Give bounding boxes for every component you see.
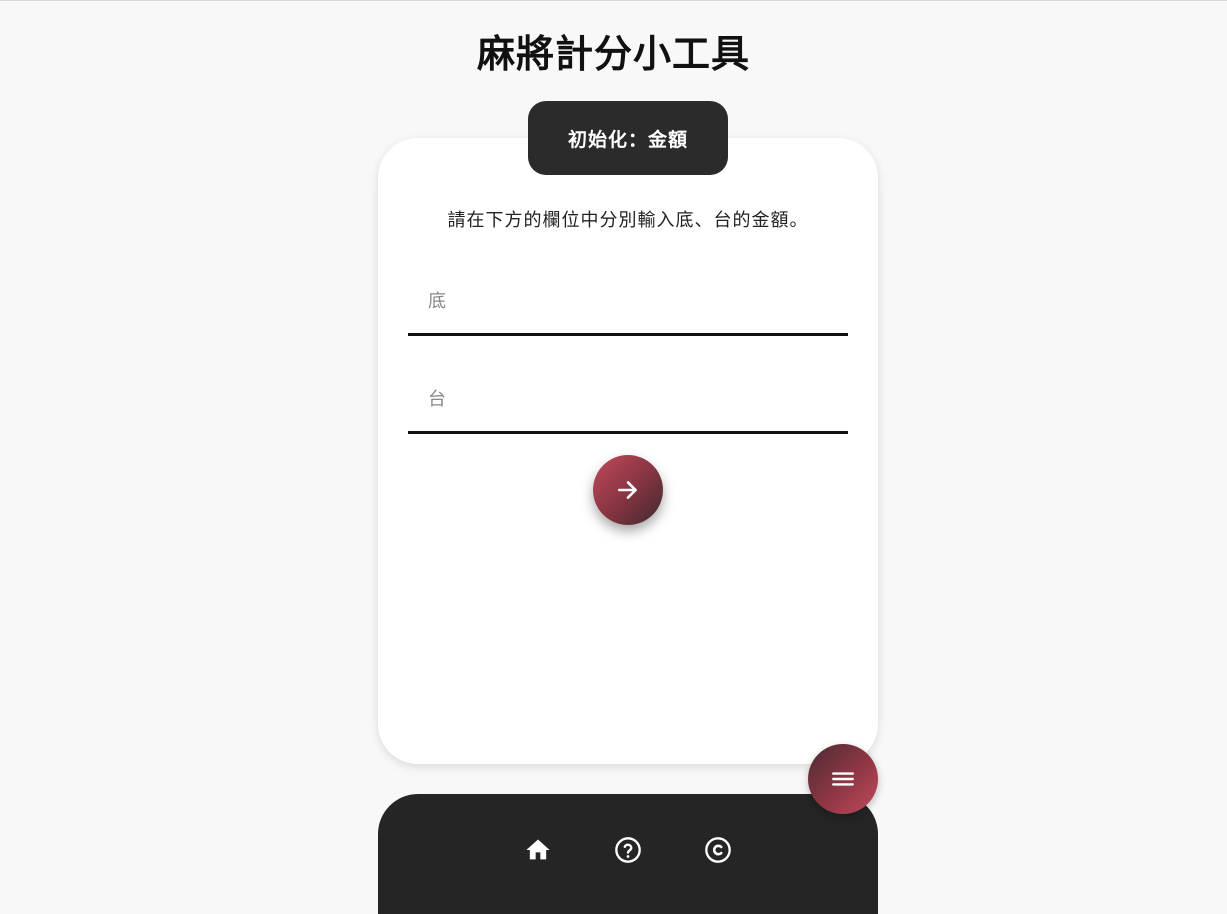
tai-amount-field[interactable] <box>408 368 848 434</box>
step-tab: 初始化：金額 <box>528 101 728 175</box>
instruction-text: 請在下方的欄位中分別輸入底、台的金額。 <box>447 210 809 231</box>
arrow-right-icon <box>615 477 641 503</box>
copyright-icon <box>704 836 732 864</box>
nav-copyright-button[interactable] <box>702 834 734 866</box>
nav-help-button[interactable] <box>612 834 644 866</box>
help-circle-icon <box>614 836 642 864</box>
tai-amount-input[interactable] <box>408 368 848 431</box>
top-divider <box>0 0 1227 1</box>
base-amount-input[interactable] <box>408 270 848 333</box>
step-label: 初始化：金額 <box>567 128 688 151</box>
next-button[interactable] <box>593 455 663 525</box>
page-title: 麻將計分小工具 <box>476 32 750 76</box>
menu-icon <box>830 766 856 792</box>
home-icon <box>524 836 552 864</box>
nav-home-button[interactable] <box>522 834 554 866</box>
menu-fab-button[interactable] <box>808 744 878 814</box>
base-amount-field[interactable] <box>408 270 848 336</box>
